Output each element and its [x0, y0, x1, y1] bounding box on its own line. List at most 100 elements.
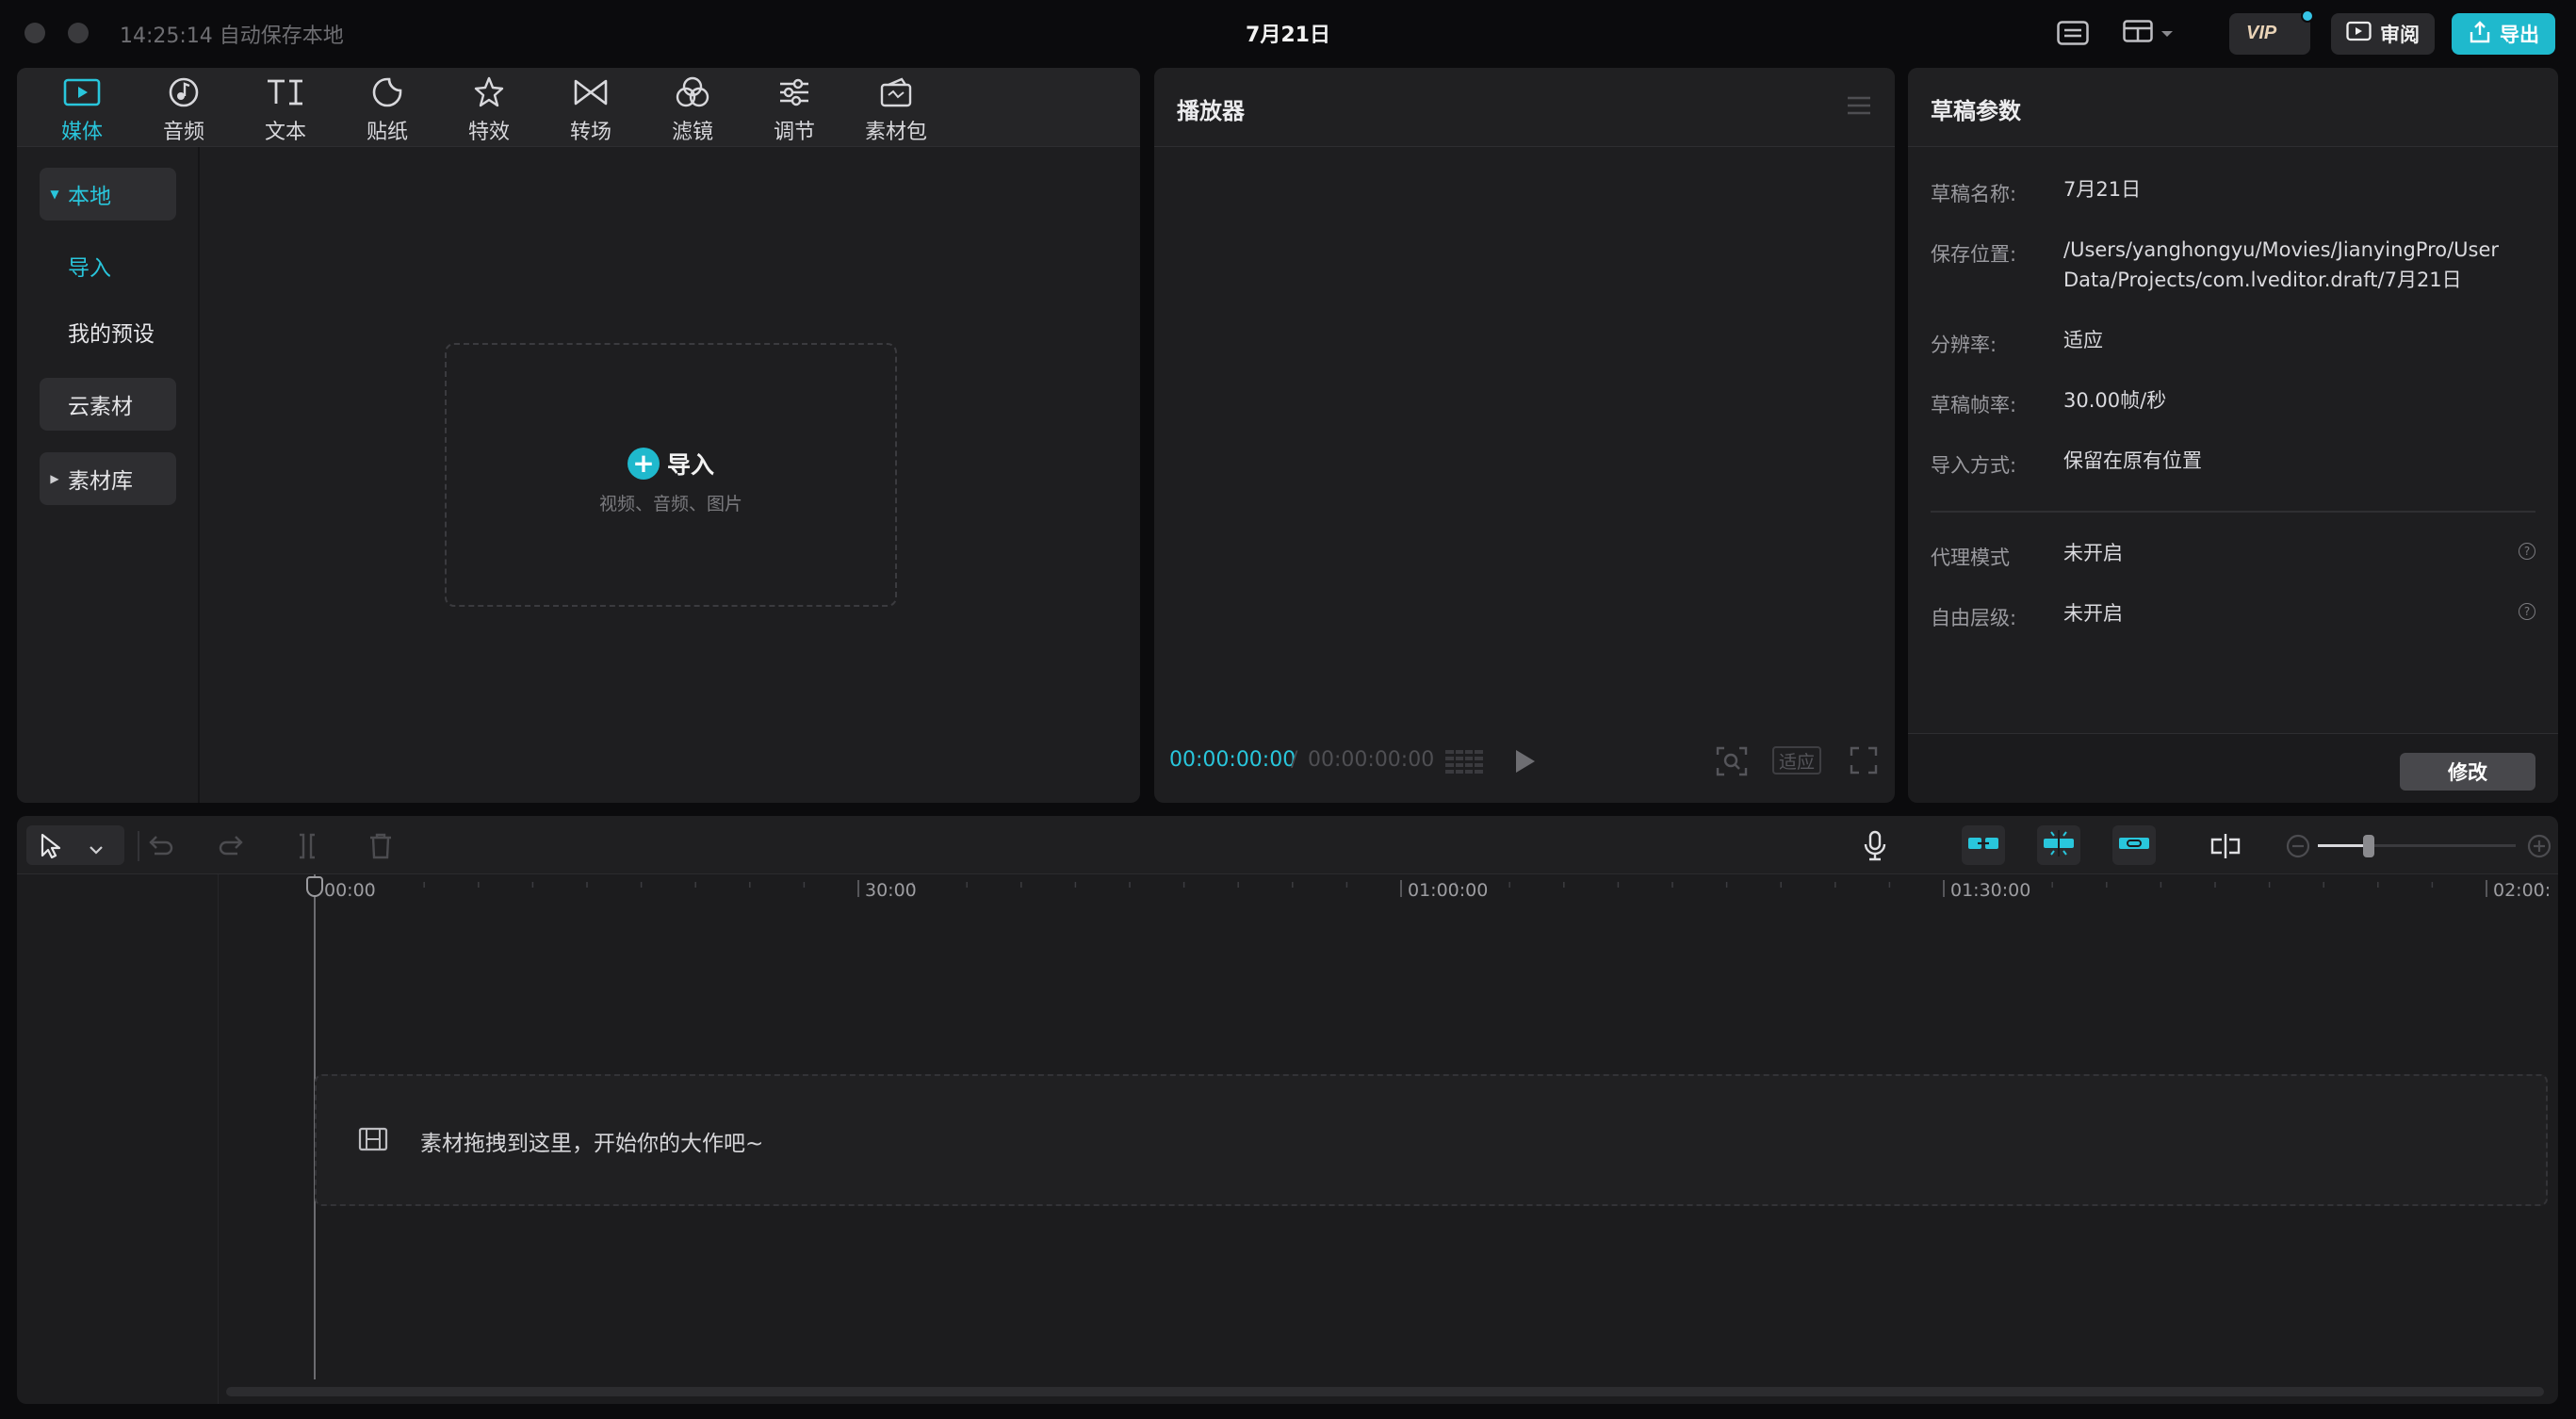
modify-button[interactable]: 修改	[2400, 753, 2535, 791]
shortcuts-icon[interactable]	[2054, 17, 2092, 49]
tab-filter[interactable]: 滤镜	[650, 72, 735, 147]
zoom-fit-icon[interactable]	[1716, 746, 1748, 780]
sidebar-item-label: 本地	[68, 185, 111, 209]
document-title: 7月21日	[1246, 24, 1330, 47]
ratio-select[interactable]: 适应	[1772, 746, 1821, 775]
ruler-label: 02:00:	[2493, 880, 2552, 901]
tab-label: 音频	[162, 121, 204, 144]
timecode-separator: /	[1291, 748, 1298, 772]
param-value-import-mode: 保留在原有位置	[2063, 449, 2202, 472]
tab-asset-pack[interactable]: 素材包	[854, 72, 938, 147]
tab-label: 贴纸	[366, 121, 408, 144]
window-minimize-button[interactable]	[68, 23, 89, 43]
param-label-resolution: 分辨率:	[1931, 334, 1997, 356]
player-controls: 00:00:00:00 / 00:00:00:00 适应	[1154, 727, 1895, 793]
tab-sticker[interactable]: 贴纸	[345, 72, 430, 147]
tab-transition[interactable]: 转场	[548, 72, 633, 147]
snap-icon	[2042, 828, 2076, 862]
param-label-name: 草稿名称:	[1931, 183, 2017, 205]
timeline-scrollbar[interactable]	[226, 1387, 2544, 1396]
help-icon[interactable]: ?	[2519, 603, 2535, 620]
filter-icon	[675, 72, 710, 113]
param-label-import-mode: 导入方式:	[1931, 454, 2017, 477]
tab-label: 滤镜	[671, 121, 713, 144]
player-panel: 播放器 00:00:00:00 / 00:00:00:00 适应	[1154, 68, 1895, 803]
param-label-framerate: 草稿帧率:	[1931, 394, 2017, 416]
timeline-ruler[interactable]: 00:00 30:00 01:00:00 01:30:00 02:00:	[17, 874, 2558, 901]
split-icon[interactable]	[294, 831, 320, 861]
select-tool-menu[interactable]	[26, 825, 124, 865]
caret-down-icon: ▼	[50, 188, 59, 201]
sidebar-item-presets[interactable]: 我的预设	[40, 305, 176, 358]
timeline-toolbar	[17, 816, 2558, 874]
export-icon	[2468, 20, 2492, 49]
media-icon	[63, 72, 101, 113]
zoom-out-icon[interactable]	[2286, 831, 2310, 861]
sidebar-item-library[interactable]: ▶ 素材库	[40, 452, 176, 505]
params-header: 草稿参数	[1908, 68, 2558, 147]
param-value-framerate: 30.00帧/秒	[2063, 389, 2167, 412]
zoom-in-icon[interactable]	[2527, 831, 2552, 861]
microphone-icon[interactable]	[1862, 830, 1888, 861]
track-header-column	[17, 874, 219, 1404]
delete-icon[interactable]	[367, 831, 394, 861]
sidebar-item-cloud[interactable]: 云素材	[40, 378, 176, 431]
auto-snap-button[interactable]	[2037, 825, 2080, 865]
sidebar-item-label: 云素材	[68, 395, 133, 419]
linkage-button[interactable]	[2112, 825, 2156, 865]
tab-text[interactable]: 文本	[243, 72, 328, 147]
timeline-dropzone[interactable]: 素材拖拽到这里，开始你的大作吧~	[315, 1074, 2548, 1206]
video-viewport	[1154, 148, 1895, 725]
ruler-ticks	[315, 880, 2542, 897]
tab-label: 特效	[467, 121, 510, 144]
tab-label: 媒体	[60, 121, 103, 144]
redo-icon[interactable]	[219, 831, 247, 861]
sidebar-item-import[interactable]: 导入	[40, 239, 176, 292]
text-icon	[265, 72, 306, 113]
param-value-proxy: 未开启	[2063, 542, 2123, 564]
tab-effects[interactable]: 特效	[447, 72, 531, 147]
main-track-magnet-button[interactable]	[1962, 825, 2005, 865]
tab-adjust[interactable]: 调节	[752, 72, 837, 147]
zoom-slider[interactable]	[2318, 835, 2516, 857]
playhead-handle[interactable]	[306, 876, 323, 897]
review-label: 审阅	[2380, 24, 2420, 46]
import-dropzone[interactable]: + 导入 视频、音频、图片	[445, 343, 897, 607]
toolbar-divider	[138, 831, 139, 861]
params-divider	[1931, 511, 2535, 513]
preview-axis-icon[interactable]	[2209, 831, 2242, 861]
plus-icon: +	[627, 448, 660, 480]
media-tabs: 媒体 音频 文本 贴纸 特效 转场 滤镜 调节 素材包	[17, 68, 1140, 147]
fullscreen-icon[interactable]	[1850, 746, 1878, 778]
sidebar-item-label: 导入	[68, 256, 111, 281]
cursor-icon	[40, 833, 64, 863]
review-button[interactable]: 审阅	[2331, 13, 2435, 55]
vip-icon: VIP	[2246, 22, 2293, 47]
sticker-icon	[371, 72, 403, 113]
media-sidebar: ▼ 本地 导入 我的预设 云素材 ▶ 素材库	[17, 147, 200, 803]
menu-icon[interactable]	[1846, 94, 1872, 121]
sidebar-item-local[interactable]: ▼ 本地	[40, 168, 176, 220]
zoom-slider-thumb[interactable]	[2363, 835, 2374, 857]
audio-icon	[168, 72, 200, 113]
vip-button[interactable]: VIP	[2229, 9, 2314, 55]
player-title: 播放器	[1177, 98, 1245, 124]
adjust-icon	[777, 72, 811, 113]
play-button[interactable]	[1512, 748, 1537, 778]
layout-menu[interactable]	[2120, 17, 2177, 49]
player-header: 播放器	[1154, 68, 1895, 147]
export-button[interactable]: 导出	[2452, 13, 2555, 55]
timeline-panel: 00:00 30:00 01:00:00 01:30:00 02:00: 素材拖…	[17, 816, 2558, 1404]
tab-audio[interactable]: 音频	[141, 72, 226, 147]
tab-media[interactable]: 媒体	[40, 72, 124, 147]
window-close-button[interactable]	[24, 23, 45, 43]
ruler-label: 01:00:00	[1408, 880, 1489, 901]
param-label-location: 保存位置:	[1931, 243, 2017, 266]
undo-icon[interactable]	[145, 831, 173, 861]
autosave-status: 14:25:14 自动保存本地	[120, 24, 344, 48]
notification-dot	[2301, 9, 2314, 23]
import-button[interactable]: + 导入	[447, 447, 895, 481]
help-icon[interactable]: ?	[2519, 543, 2535, 560]
link-icon	[2117, 833, 2151, 857]
waveform-icon[interactable]	[1443, 746, 1485, 780]
